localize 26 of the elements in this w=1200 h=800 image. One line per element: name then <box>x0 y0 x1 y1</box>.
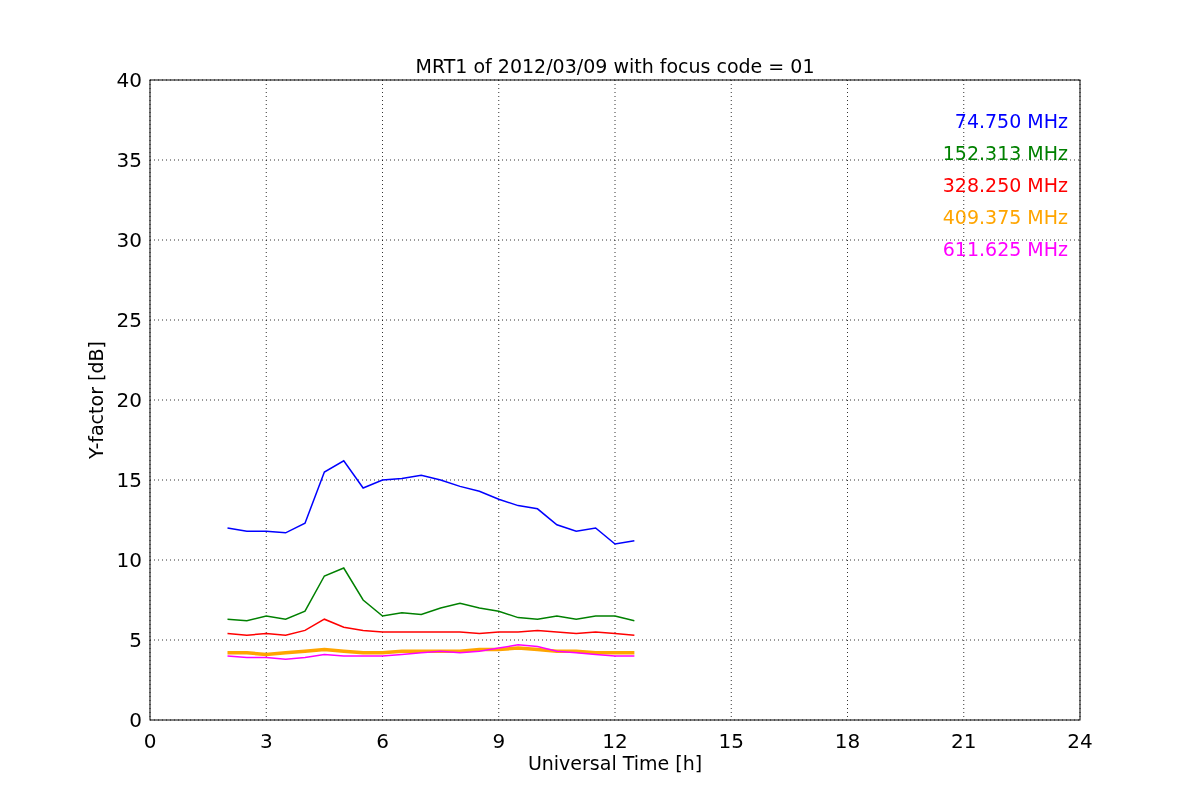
chart-title: MRT1 of 2012/03/09 with focus code = 01 <box>415 55 815 77</box>
y-tick-label: 30 <box>116 228 142 252</box>
x-tick-label: 9 <box>492 729 506 753</box>
legend-label: 409.375 MHz <box>942 206 1068 228</box>
legend-label: 328.250 MHz <box>942 174 1068 196</box>
y-tick-label: 0 <box>129 708 142 732</box>
y-tick-label: 5 <box>129 628 142 652</box>
x-tick-label: 12 <box>602 729 628 753</box>
x-tick-label: 3 <box>259 729 273 753</box>
y-tick-label: 10 <box>116 548 142 572</box>
x-tick-label: 0 <box>143 729 157 753</box>
legend-label: 611.625 MHz <box>942 238 1068 260</box>
x-tick-label: 21 <box>951 729 977 753</box>
y-tick-label: 40 <box>116 68 142 92</box>
x-tick-label: 6 <box>376 729 389 753</box>
y-tick-label: 15 <box>116 468 142 492</box>
x-tick-label: 24 <box>1067 729 1093 753</box>
y-tick-label: 35 <box>116 148 142 172</box>
x-tick-label: 18 <box>834 729 861 753</box>
y-tick-label: 25 <box>116 308 142 332</box>
x-tick-label: 15 <box>718 729 744 753</box>
y-tick-label: 20 <box>116 388 142 412</box>
y-axis-label: Y-factor [dB] <box>85 341 107 459</box>
x-axis-label: Universal Time [h] <box>527 752 703 774</box>
legend-label: 152.313 MHz <box>942 142 1068 164</box>
legend-label: 74.750 MHz <box>954 110 1068 132</box>
